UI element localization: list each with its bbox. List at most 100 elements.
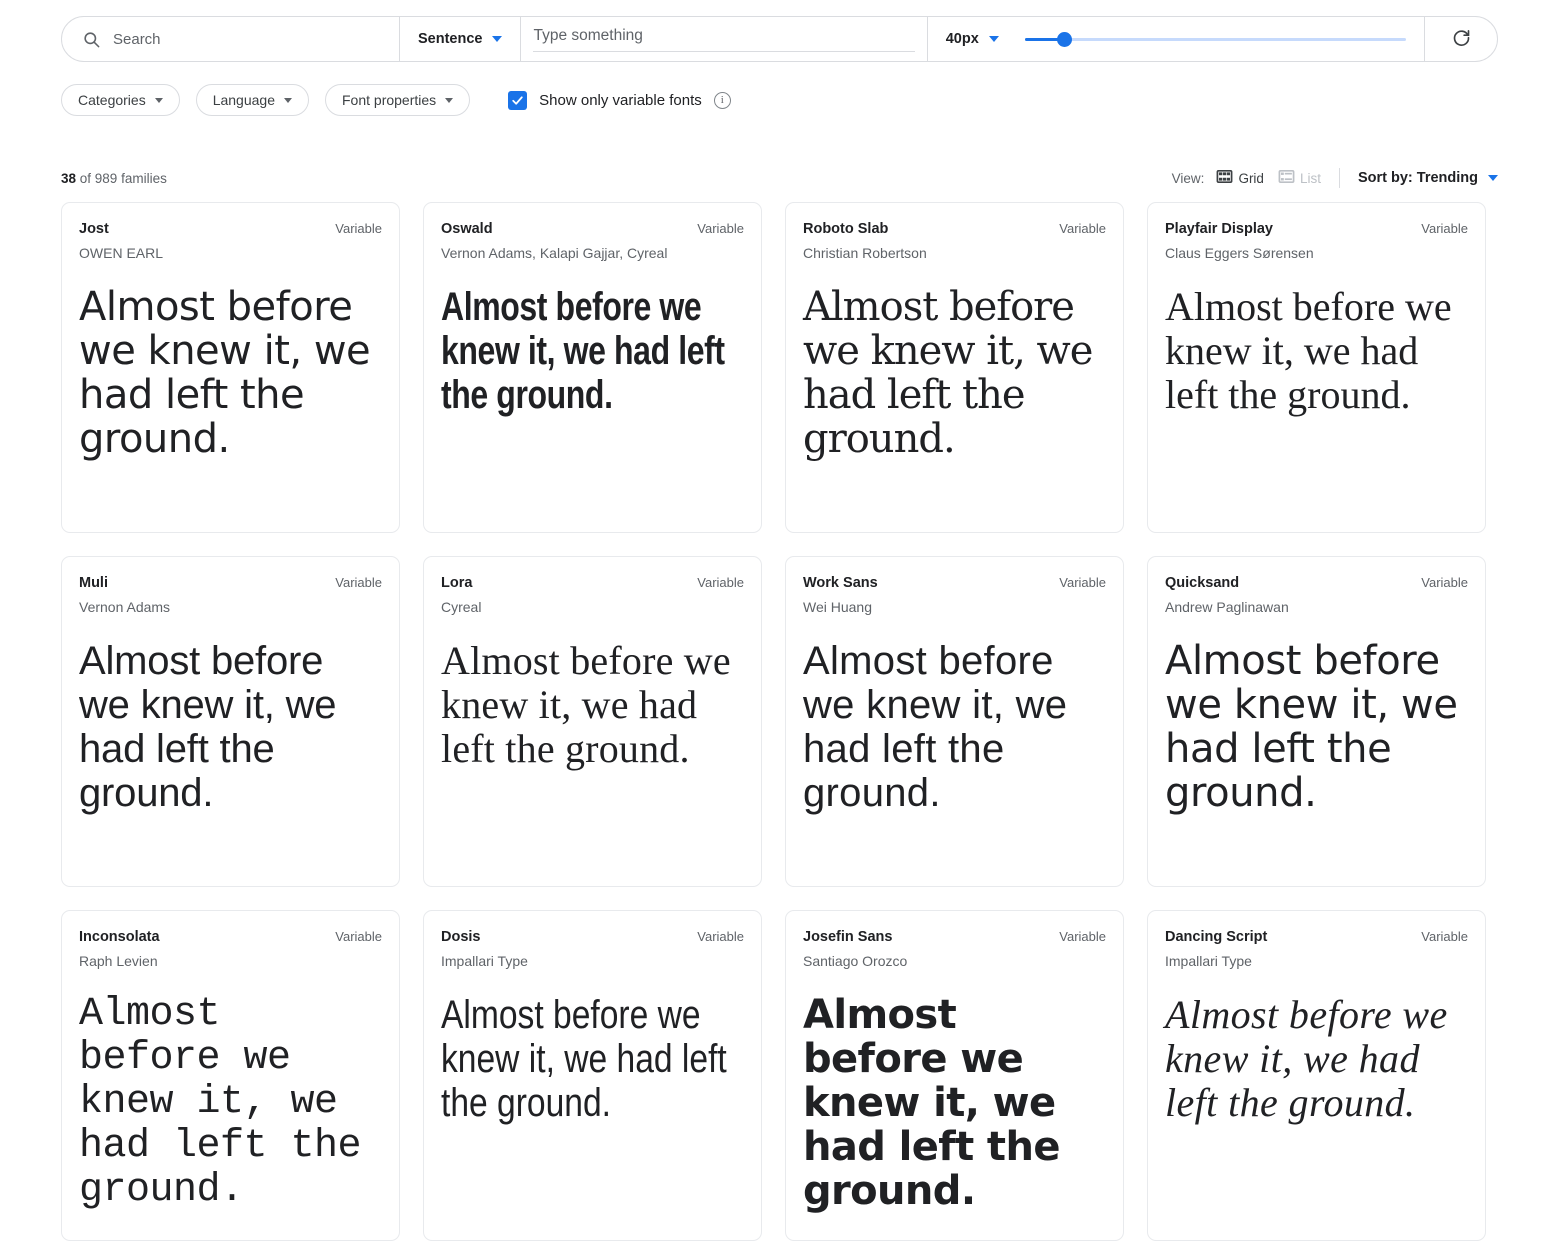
filter-chip-font-properties[interactable]: Font properties xyxy=(325,84,471,116)
chip-label: Font properties xyxy=(342,92,437,108)
font-designer: Vernon Adams, Kalapi Gajjar, Cyreal xyxy=(441,245,668,261)
font-size-slider-group[interactable] xyxy=(1015,17,1424,61)
font-sample-text: Almost before we knew it, we had left th… xyxy=(803,639,1068,815)
font-family-name: Muli xyxy=(79,575,108,591)
font-card-header: Josefin Sans Variable xyxy=(803,929,1106,945)
search-input[interactable] xyxy=(113,30,353,48)
font-sample-text: Almost before we knew it, we had left th… xyxy=(79,284,371,462)
font-designer: Andrew Paglinawan xyxy=(1165,599,1289,615)
controls-divider xyxy=(1338,168,1340,188)
font-designer: Raph Levien xyxy=(79,953,158,969)
font-sample-text: Almost before we knew it, we had left th… xyxy=(803,284,1093,462)
variable-badge: Variable xyxy=(1421,221,1468,236)
font-size-label: 40px xyxy=(945,31,979,47)
search-field-group[interactable] xyxy=(62,17,399,61)
font-card[interactable]: Playfair Display Variable Claus Eggers Sør… xyxy=(1147,202,1486,533)
font-size-dropdown[interactable]: 40px xyxy=(928,17,1015,61)
font-family-name: Jost xyxy=(79,221,109,237)
sort-by-dropdown[interactable]: Sort by: Trending xyxy=(1358,170,1498,186)
results-count-suffix: of 989 families xyxy=(76,170,167,186)
chevron-down-icon xyxy=(1488,175,1498,181)
grid-view-label: Grid xyxy=(1238,170,1264,186)
reset-button[interactable] xyxy=(1425,17,1497,61)
filter-chip-language[interactable]: Language xyxy=(195,84,309,116)
font-family-name: Dosis xyxy=(441,929,481,945)
font-card[interactable]: Oswald Variable Vernon Adams, Kalapi Gajja… xyxy=(423,202,762,533)
list-view-label: List xyxy=(1299,170,1321,186)
font-designer: Impallari Type xyxy=(441,953,528,969)
font-sample-text: Almost before we knew it, we had left th… xyxy=(1165,992,1448,1125)
font-card[interactable]: Lora Variable Cyreal Almost before we knew … xyxy=(423,556,762,887)
font-family-name: Quicksand xyxy=(1165,575,1240,591)
font-card[interactable]: Inconsolata Variable Raph Levien Almost bef… xyxy=(61,910,400,1241)
font-family-name: Lora xyxy=(441,575,473,591)
font-sample-text: Almost before we knew it, we had left th… xyxy=(79,639,337,815)
view-toggle-grid[interactable]: Grid xyxy=(1216,168,1264,188)
font-designer: Cyreal xyxy=(441,599,482,615)
font-sample-text: Almost before we knew it, we had left th… xyxy=(803,992,1060,1214)
variable-badge: Variable xyxy=(335,575,382,590)
font-card-header: Work Sans Variable xyxy=(803,575,1106,591)
font-sample-text: Almost before we knew it, we had left th… xyxy=(441,993,727,1125)
show-only-variable-fonts-checkbox[interactable] xyxy=(508,90,528,110)
font-card[interactable]: Roboto Slab Variable Christian Robertson Al… xyxy=(785,202,1124,533)
filter-chips-row: Categories Language Font properties Show… xyxy=(61,84,731,116)
view-toggle-list[interactable]: List xyxy=(1278,168,1321,188)
results-bar: 38 of 989 families View: Grid List Sort … xyxy=(61,168,1498,188)
results-count-number: 38 xyxy=(61,170,77,186)
font-card-header: Quicksand Variable xyxy=(1165,575,1468,591)
preview-text-input[interactable] xyxy=(533,27,915,52)
preview-text-group[interactable] xyxy=(521,17,926,61)
variable-badge: Variable xyxy=(1421,575,1468,590)
show-only-variable-fonts-label: Show only variable fonts xyxy=(539,91,702,109)
variable-badge: Variable xyxy=(1059,929,1106,944)
view-label: View: xyxy=(1171,170,1205,186)
variable-badge: Variable xyxy=(1059,221,1106,236)
font-family-name: Roboto Slab xyxy=(803,221,889,237)
chevron-down-icon xyxy=(154,97,163,103)
chevron-down-icon xyxy=(445,97,454,103)
filter-chip-categories[interactable]: Categories xyxy=(61,84,180,116)
font-designer: Vernon Adams xyxy=(79,599,171,615)
refresh-icon xyxy=(1451,26,1472,52)
font-sample-text: Almost before we knew it, we had left th… xyxy=(441,638,731,771)
font-sample-text: Almost before we knew it, we had left th… xyxy=(1165,284,1452,417)
font-designer: OWEN EARL xyxy=(79,245,164,261)
info-icon[interactable]: i xyxy=(713,91,731,109)
variable-badge: Variable xyxy=(697,575,744,590)
font-card[interactable]: Muli Variable Vernon Adams Almost before we… xyxy=(61,556,400,887)
search-toolbar: Sentence 40px xyxy=(61,16,1498,62)
font-card[interactable]: Work Sans Variable Wei Huang Almost before … xyxy=(785,556,1124,887)
font-family-name: Oswald xyxy=(441,221,493,237)
font-card-header: Jost Variable xyxy=(79,221,382,237)
font-card-header: Roboto Slab Variable xyxy=(803,221,1106,237)
variable-badge: Variable xyxy=(335,221,382,236)
variable-badge: Variable xyxy=(1421,929,1468,944)
slider-thumb[interactable] xyxy=(1057,31,1073,47)
font-card-header: Lora Variable xyxy=(441,575,744,591)
font-family-name: Dancing Script xyxy=(1165,929,1268,945)
variable-fonts-toggle-group: Show only variable fonts i xyxy=(508,90,731,110)
font-card[interactable]: Jost Variable OWEN EARL Almost before we kn… xyxy=(61,202,400,533)
variable-badge: Variable xyxy=(697,929,744,944)
font-size-slider[interactable] xyxy=(1024,31,1407,47)
font-sample-text: Almost before we knew it, we had left th… xyxy=(79,992,362,1213)
preview-mode-dropdown[interactable]: Sentence xyxy=(400,17,520,61)
font-designer: Santiago Orozco xyxy=(803,953,908,969)
font-card[interactable]: Quicksand Variable Andrew Paglinawan Almost… xyxy=(1147,556,1486,887)
font-card[interactable]: Josefin Sans Variable Santiago Orozco Almos… xyxy=(785,910,1124,1241)
list-view-icon xyxy=(1278,168,1295,188)
chip-label: Language xyxy=(212,92,275,108)
search-icon xyxy=(82,30,101,49)
font-card[interactable]: Dancing Script Variable Impallari Type Almo… xyxy=(1147,910,1486,1241)
font-family-name: Playfair Display xyxy=(1165,221,1273,237)
font-designer: Christian Robertson xyxy=(803,245,927,261)
variable-badge: Variable xyxy=(335,929,382,944)
font-family-name: Josefin Sans xyxy=(803,929,893,945)
font-card-header: Oswald Variable xyxy=(441,221,744,237)
chevron-down-icon xyxy=(284,97,292,103)
font-card-header: Dancing Script Variable xyxy=(1165,929,1468,945)
font-card-header: Muli Variable xyxy=(79,575,382,591)
font-sample-text: Almost before we knew it, we had left th… xyxy=(441,285,725,417)
font-card[interactable]: Dosis Variable Impallari Type Almost before… xyxy=(423,910,762,1241)
